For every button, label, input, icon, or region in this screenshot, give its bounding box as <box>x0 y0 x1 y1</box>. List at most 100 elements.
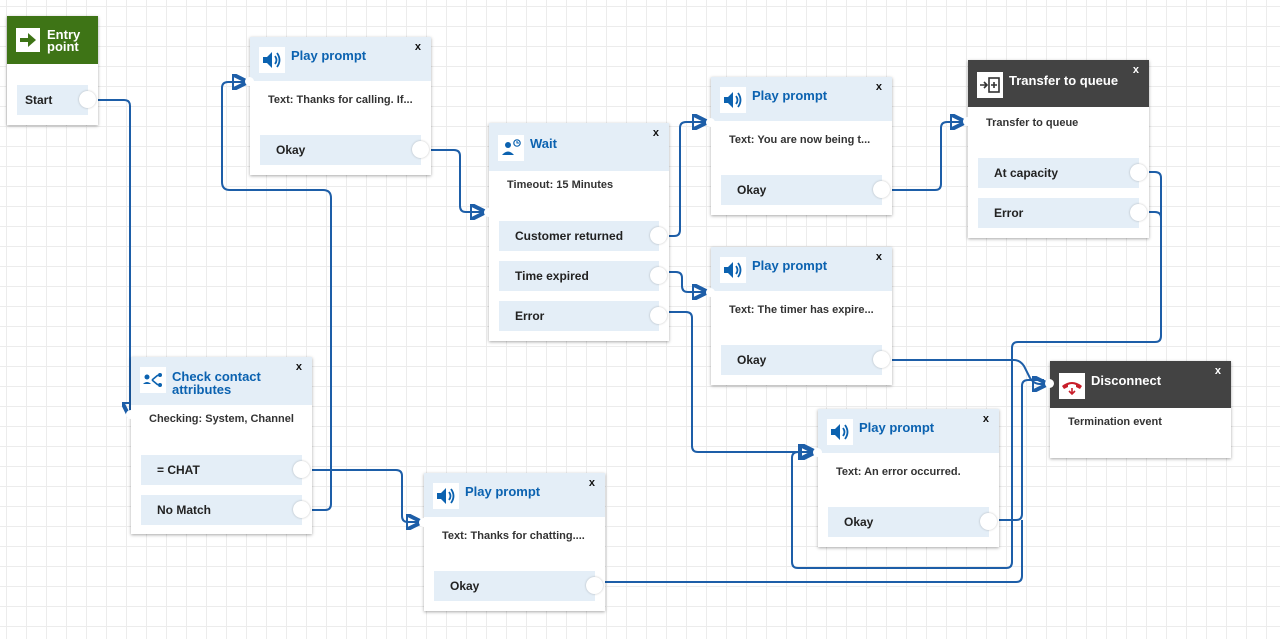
check-description: Checking: System, Channel <box>149 413 294 425</box>
transfer-input-port[interactable] <box>963 117 972 126</box>
person-clock-icon <box>498 135 524 161</box>
play-prompt-transfer-block[interactable]: Play prompt x Text: You are now being t.… <box>706 77 892 215</box>
speaker-icon <box>433 483 459 509</box>
play-prompt-description: Text: Thanks for chatting.... <box>442 530 585 542</box>
play-prompt-header: Play prompt x <box>424 473 605 517</box>
error-connector[interactable] <box>650 307 667 324</box>
speaker-icon <box>720 87 746 113</box>
error-connector[interactable] <box>1130 204 1147 221</box>
branch-time-expired[interactable]: Time expired <box>499 261 667 291</box>
branch-customer-returned-label: Customer returned <box>515 229 624 243</box>
close-button[interactable]: x <box>415 41 421 53</box>
wire-timer-to-disconnect <box>885 359 1044 384</box>
check-input-port[interactable] <box>126 410 135 419</box>
entry-point-block[interactable]: Entry point Start <box>7 16 98 125</box>
wait-title: Wait <box>530 136 557 151</box>
transfer-header: Transfer to queue x <box>968 60 1149 107</box>
branch-okay[interactable]: Okay <box>721 175 890 205</box>
wait-header: Wait x <box>489 123 669 171</box>
branch-at-capacity[interactable]: At capacity <box>978 158 1147 188</box>
play-prompt-description: Text: You are now being t... <box>729 134 871 146</box>
okay-connector[interactable] <box>980 513 997 530</box>
branch-chat[interactable]: = CHAT <box>141 455 310 485</box>
play-prompt-title: Play prompt <box>752 88 828 103</box>
branch-error[interactable]: Error <box>978 198 1147 228</box>
play-prompt-chatting-block[interactable]: Play prompt x Text: Thanks for chatting.… <box>419 473 605 611</box>
start-connector[interactable] <box>79 91 96 108</box>
queue-transfer-icon <box>977 72 1003 98</box>
branch-start-label: Start <box>25 93 53 107</box>
wait-input-port[interactable] <box>484 208 493 217</box>
speaker-icon <box>827 419 853 445</box>
branch-okay[interactable]: Okay <box>721 345 890 375</box>
okay-connector[interactable] <box>586 577 603 594</box>
play-prompt-input-port[interactable] <box>706 118 715 127</box>
branch-okay-label: Okay <box>737 183 767 197</box>
phone-hangup-icon <box>1059 373 1085 399</box>
at-capacity-connector[interactable] <box>1130 164 1147 181</box>
check-title: Check contact attributes <box>172 369 261 397</box>
arrow-right-icon <box>16 28 40 52</box>
time-expired-connector[interactable] <box>650 267 667 284</box>
close-button[interactable]: x <box>876 251 882 263</box>
okay-connector[interactable] <box>873 181 890 198</box>
play-prompt-header: Play prompt x <box>711 77 892 121</box>
wire-errorprompt-to-disconnect <box>993 379 1044 521</box>
play-prompt-description: Text: The timer has expire... <box>729 304 874 316</box>
transfer-description: Transfer to queue <box>986 117 1079 129</box>
branch-no-match[interactable]: No Match <box>141 495 310 525</box>
branch-customer-returned[interactable]: Customer returned <box>499 221 667 251</box>
close-button[interactable]: x <box>296 361 302 373</box>
play-prompt-input-port[interactable] <box>706 288 715 297</box>
close-button[interactable]: x <box>983 413 989 425</box>
branch-start[interactable]: Start <box>17 85 96 115</box>
wire-returned-to-transferprompt <box>663 122 704 237</box>
play-prompt-title: Play prompt <box>291 48 367 63</box>
wait-block[interactable]: Wait x Timeout: 15 Minutes Customer retu… <box>484 123 669 341</box>
disconnect-title: Disconnect <box>1091 373 1162 388</box>
disconnect-input-port[interactable] <box>1045 379 1054 388</box>
branch-time-expired-label: Time expired <box>515 269 589 283</box>
branch-okay-label: Okay <box>737 353 767 367</box>
transfer-to-queue-block[interactable]: Transfer to queue x Transfer to queue At… <box>963 60 1149 238</box>
close-button[interactable]: x <box>876 81 882 93</box>
play-prompt-title: Play prompt <box>859 420 935 435</box>
wire-transferprompt-to-queue <box>885 122 962 191</box>
branch-okay-label: Okay <box>450 579 480 593</box>
play-prompt-title: Play prompt <box>752 258 828 273</box>
close-button[interactable]: x <box>1133 64 1139 76</box>
branch-network-icon <box>140 367 166 393</box>
play-prompt-description: Text: An error occurred. <box>836 466 961 478</box>
branch-okay-label: Okay <box>276 143 306 157</box>
chat-connector[interactable] <box>293 461 310 478</box>
check-contact-attributes-block[interactable]: Check contact attributes x Checking: Sys… <box>126 357 312 534</box>
branch-okay[interactable]: Okay <box>260 135 429 165</box>
okay-connector[interactable] <box>412 141 429 158</box>
branch-okay[interactable]: Okay <box>434 571 603 601</box>
close-button[interactable]: x <box>589 477 595 489</box>
play-prompt-input-port[interactable] <box>419 518 428 527</box>
play-prompt-error-block[interactable]: Play prompt x Text: An error occurred. O… <box>813 409 999 547</box>
entry-point-header: Entry point <box>7 16 98 64</box>
branch-chat-label: = CHAT <box>157 463 200 477</box>
wire-calling-to-wait <box>425 149 482 212</box>
play-prompt-input-port[interactable] <box>813 448 822 457</box>
play-prompt-timer-block[interactable]: Play prompt x Text: The timer has expire… <box>706 247 892 385</box>
okay-connector[interactable] <box>873 351 890 368</box>
play-prompt-input-port[interactable] <box>245 77 254 86</box>
disconnect-block[interactable]: Disconnect x Termination event <box>1045 361 1231 458</box>
branch-error-label: Error <box>994 206 1024 220</box>
entry-point-title: Entry point <box>47 27 81 54</box>
customer-returned-connector[interactable] <box>650 227 667 244</box>
play-prompt-header: Play prompt x <box>818 409 999 453</box>
branch-okay[interactable]: Okay <box>828 507 997 537</box>
wait-description: Timeout: 15 Minutes <box>507 179 614 191</box>
close-button[interactable]: x <box>653 127 659 139</box>
close-button[interactable]: x <box>1215 365 1221 377</box>
play-prompt-calling-block[interactable]: Play prompt x Text: Thanks for calling. … <box>245 37 431 175</box>
branch-error[interactable]: Error <box>499 301 667 331</box>
play-prompt-header: Play prompt x <box>711 247 892 291</box>
no-match-connector[interactable] <box>293 501 310 518</box>
disconnect-header: Disconnect x <box>1050 361 1231 408</box>
transfer-title: Transfer to queue <box>1009 73 1119 88</box>
